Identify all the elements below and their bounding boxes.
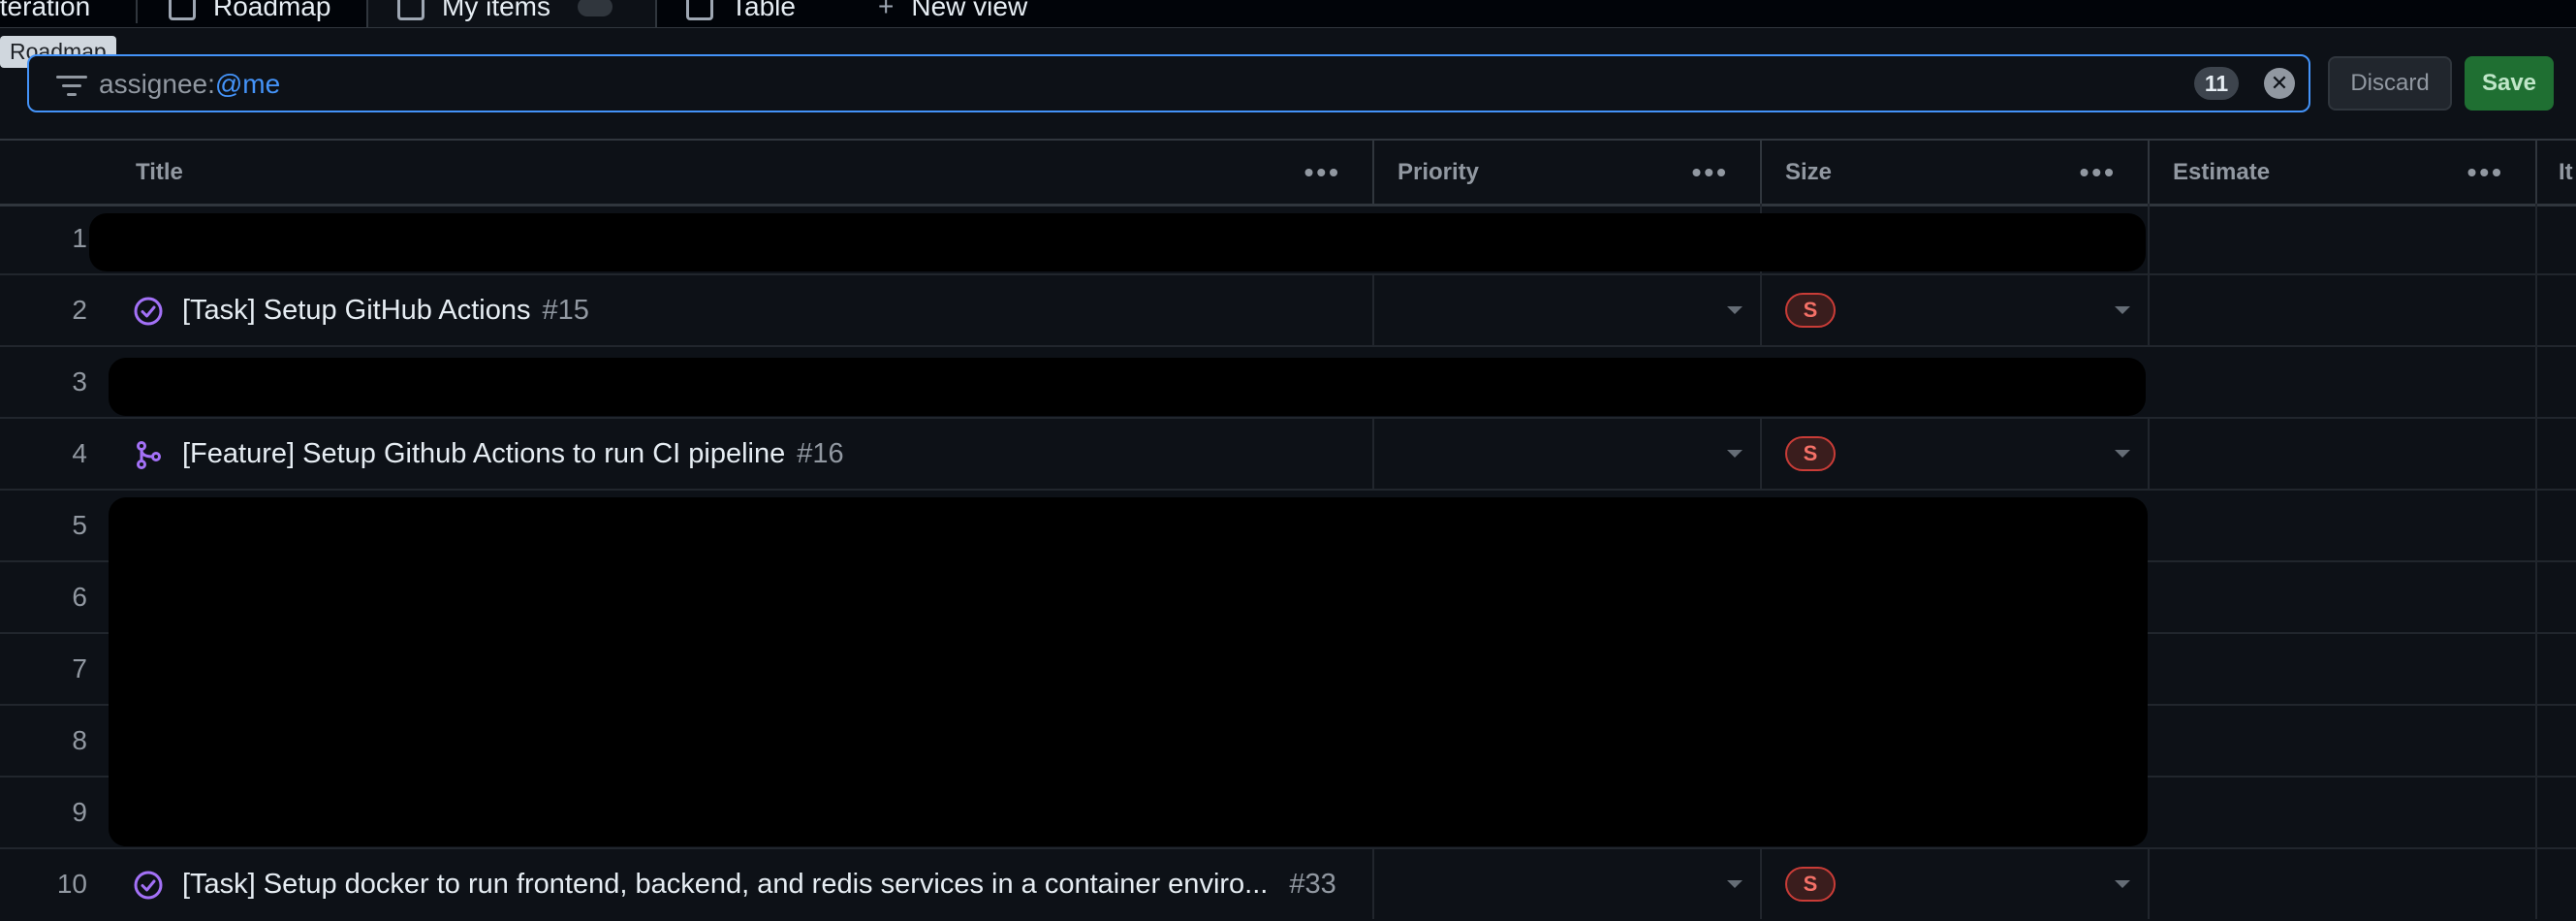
tab-my-items-label: My items [442, 0, 550, 21]
item-title: [Task] Setup docker to run frontend, bac… [182, 869, 1269, 900]
tab-my-items[interactable]: My items [397, 0, 613, 27]
column-title-label: Title [136, 159, 183, 185]
item-title: [Feature] Setup Github Actions to run CI… [182, 438, 786, 469]
new-view-button[interactable]: + New view [878, 0, 1027, 27]
column-menu-icon[interactable]: ••• [1304, 141, 1341, 204]
row-number: 2 [72, 295, 87, 325]
table-row[interactable]: 4 [Feature] Setup Github Actions to run … [0, 419, 2576, 491]
estimate-cell[interactable] [2150, 562, 2537, 632]
redacted-region [89, 213, 2146, 271]
plus-icon: + [878, 0, 895, 21]
column-header-size[interactable]: Size ••• [1762, 141, 2150, 204]
item-title: [Task] Setup GitHub Actions [182, 295, 531, 326]
estimate-cell[interactable] [2150, 419, 2537, 489]
view-tabs: Iteration Roadmap My items Table + New v… [0, 0, 2576, 28]
redacted-region [109, 358, 2146, 416]
table-row[interactable]: 10 [Task] Setup docker to run frontend, … [0, 849, 2576, 921]
priority-cell[interactable] [1374, 275, 1762, 345]
tab-roadmap[interactable]: Roadmap [169, 0, 330, 27]
chevron-down-icon[interactable] [2115, 450, 2130, 458]
issue-closed-icon [134, 871, 163, 900]
column-iteration-label: It [2559, 159, 2573, 185]
table-header: Title ••• Priority ••• Size ••• Estimate… [0, 139, 2576, 206]
size-badge: S [1785, 436, 1836, 471]
chevron-down-icon[interactable] [2115, 880, 2130, 888]
column-header-iteration[interactable]: It [2537, 141, 2576, 204]
redacted-region [109, 497, 2148, 846]
row-number: 4 [72, 438, 87, 468]
priority-cell[interactable] [1374, 849, 1762, 919]
discard-button[interactable]: Discard [2328, 56, 2452, 111]
row-number: 7 [72, 653, 87, 683]
column-menu-icon[interactable]: ••• [2467, 141, 2504, 204]
tab-table-label: Table [731, 0, 796, 21]
item-title-link[interactable]: [Task] Setup docker to run frontend, bac… [182, 849, 1336, 919]
filter-query: assignee:@me [99, 68, 280, 101]
estimate-cell[interactable] [2150, 634, 2537, 704]
chevron-down-icon[interactable] [2115, 306, 2130, 314]
column-estimate-label: Estimate [2173, 159, 2271, 185]
filter-input[interactable]: assignee:@me 11 ✕ [27, 54, 2310, 112]
row-number: 6 [72, 582, 87, 612]
issue-number: #33 [1289, 869, 1336, 900]
result-count-badge: 11 [2194, 67, 2239, 100]
column-header-title[interactable]: Title ••• [112, 141, 1374, 204]
estimate-cell[interactable] [2150, 849, 2537, 919]
tab-table[interactable]: Table [686, 0, 796, 27]
estimate-cell[interactable] [2150, 706, 2537, 776]
row-number: 10 [56, 869, 87, 899]
item-title-link[interactable]: [Feature] Setup Github Actions to run CI… [182, 419, 844, 489]
table-row[interactable]: 2 [Task] Setup GitHub Actions #15 S [0, 275, 2576, 347]
roadmap-icon [169, 0, 196, 20]
pull-request-merged-icon [137, 441, 161, 469]
issue-closed-icon [134, 297, 163, 326]
issue-number: #15 [542, 295, 589, 326]
row-number: 9 [72, 797, 87, 827]
column-header-estimate[interactable]: Estimate ••• [2150, 141, 2537, 204]
chevron-down-icon[interactable] [1727, 306, 1743, 314]
estimate-cell[interactable] [2150, 491, 2537, 560]
table-icon [397, 0, 424, 20]
table-icon [686, 0, 713, 20]
estimate-cell[interactable] [2150, 204, 2537, 273]
column-menu-icon[interactable]: ••• [2080, 141, 2117, 204]
size-badge: S [1785, 293, 1836, 328]
chevron-down-icon[interactable] [1727, 450, 1743, 458]
column-size-label: Size [1785, 159, 1833, 185]
filter-icon [56, 74, 87, 97]
issue-number: #16 [797, 438, 844, 469]
estimate-cell[interactable] [2150, 275, 2537, 345]
column-menu-icon[interactable]: ••• [1692, 141, 1729, 204]
chevron-down-icon[interactable] [1727, 880, 1743, 888]
row-number: 3 [72, 366, 87, 397]
tab-count-badge [578, 0, 613, 16]
estimate-cell[interactable] [2150, 778, 2537, 847]
estimate-cell[interactable] [2150, 347, 2537, 417]
filter-value: @me [214, 69, 281, 99]
size-badge: S [1785, 867, 1836, 902]
tab-divider [136, 0, 138, 23]
row-number-header [0, 141, 112, 204]
tab-iteration[interactable]: Iteration [0, 0, 90, 27]
close-icon: ✕ [2270, 71, 2289, 95]
item-title-link[interactable]: [Task] Setup GitHub Actions #15 [182, 275, 589, 345]
row-number: 8 [72, 725, 87, 755]
row-number: 5 [72, 510, 87, 540]
save-button[interactable]: Save [2465, 56, 2554, 111]
filter-qualifier: assignee: [99, 69, 215, 99]
column-header-priority[interactable]: Priority ••• [1374, 141, 1762, 204]
column-priority-label: Priority [1398, 159, 1480, 185]
priority-cell[interactable] [1374, 419, 1762, 489]
tab-roadmap-label: Roadmap [213, 0, 331, 21]
clear-filter-button[interactable]: ✕ [2264, 68, 2295, 99]
new-view-label: New view [911, 0, 1028, 21]
tab-iteration-label: Iteration [0, 0, 91, 21]
